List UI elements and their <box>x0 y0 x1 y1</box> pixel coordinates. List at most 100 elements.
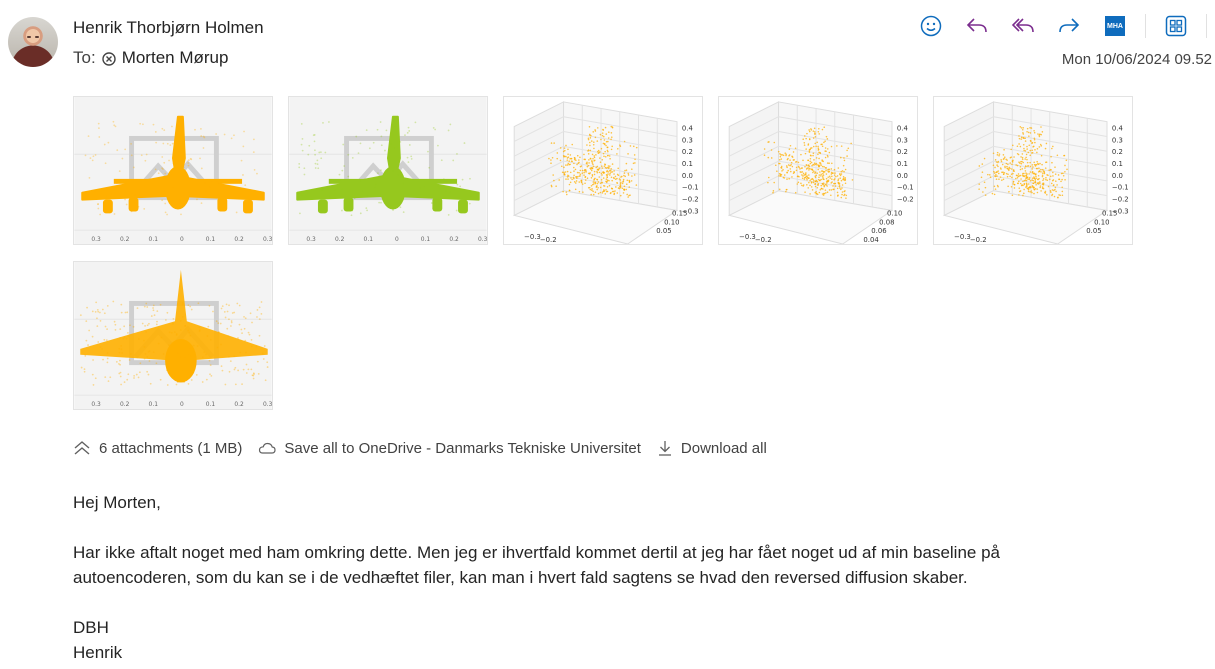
svg-text:0: 0 <box>180 237 184 243</box>
svg-text:0.1: 0.1 <box>149 237 159 243</box>
apps-icon[interactable] <box>1160 12 1192 40</box>
body-paragraph-line: Har ikke aftalt noget med ham omkring de… <box>73 543 1000 562</box>
attachment-thumbnail[interactable]: 0.3 0.2 0.1 0 0.1 0.2 0.3 <box>73 96 273 245</box>
attachment-preview-image: 0.3 0.2 0.1 0 0.1 0.2 0.3 <box>74 262 272 409</box>
download-all-label: Download all <box>680 439 767 457</box>
attachment-actions: 6 attachments (1 MB) Save all to OneDriv… <box>73 438 783 458</box>
svg-text:0.04: 0.04 <box>863 236 878 244</box>
svg-text:−0.2: −0.2 <box>897 196 914 204</box>
svg-text:−0.2: −0.2 <box>1112 196 1129 204</box>
svg-text:0.05: 0.05 <box>1086 227 1101 235</box>
svg-text:0.2: 0.2 <box>120 402 130 408</box>
svg-text:0.0: 0.0 <box>682 172 693 180</box>
toolbar-divider <box>1206 14 1207 38</box>
recipient-name[interactable]: Morten Mørup <box>122 48 229 68</box>
attachment-thumbnail[interactable]: 0.3 0.2 0.1 0 0.1 0.2 0.3 <box>73 261 273 410</box>
attachment-thumbnail[interactable]: 0.3 0.2 0.1 0 0.1 0.2 0.3 <box>288 96 488 245</box>
message-toolbar: MHA <box>915 12 1215 40</box>
svg-text:0.1: 0.1 <box>897 160 908 168</box>
svg-text:0.0: 0.0 <box>897 172 908 180</box>
svg-text:0.1: 0.1 <box>1112 160 1123 168</box>
attachment-preview-image: 0.40.30.20.10.0−0.1−0.2−0.30.150.100.05−… <box>942 101 1129 244</box>
svg-text:0: 0 <box>180 402 184 408</box>
mha-badge: MHA <box>1105 16 1125 36</box>
svg-text:0.1: 0.1 <box>206 237 216 243</box>
svg-text:0.3: 0.3 <box>1112 136 1123 144</box>
cloud-icon <box>259 442 276 454</box>
svg-text:0.4: 0.4 <box>897 125 908 133</box>
svg-text:−0.3: −0.3 <box>739 233 756 241</box>
reply-all-icon[interactable] <box>1007 12 1039 40</box>
body-paragraph-line: autoencoderen, som du kan se i de vedhæf… <box>73 568 968 587</box>
to-label: To: <box>73 48 96 67</box>
attachment-thumbnail[interactable]: 0.40.30.20.10.0−0.1−0.20.100.080.060.040… <box>718 96 918 245</box>
svg-text:0.2: 0.2 <box>1112 148 1123 156</box>
attachment-thumbnail[interactable]: 0.4 0.3 0.2 0.1 0.0 −0.1 −0.2 −0.3 0.15 0.10 0.05−… <box>503 96 703 245</box>
svg-text:0.2: 0.2 <box>234 402 244 408</box>
remove-recipient-icon[interactable] <box>101 51 116 66</box>
attachment-preview-image: 0.40.30.20.10.0−0.1−0.20.100.080.060.040… <box>727 101 914 244</box>
svg-text:−0.2: −0.2 <box>682 196 699 204</box>
mha-addin-icon[interactable]: MHA <box>1099 12 1131 40</box>
svg-text:0.08: 0.08 <box>879 218 894 226</box>
svg-text:0.15: 0.15 <box>672 209 687 217</box>
save-onedrive-button[interactable]: Save all to OneDrive - Danmarks Tekniske… <box>258 440 641 457</box>
svg-text:−0.2: −0.2 <box>755 236 772 244</box>
svg-text:0.2: 0.2 <box>335 237 345 243</box>
attachments-summary: 6 attachments (1 MB) <box>99 439 243 457</box>
svg-text:0.2: 0.2 <box>682 148 693 156</box>
save-onedrive-label: Save all to OneDrive - Danmarks Tekniske… <box>284 439 641 457</box>
body-greeting: Hej Morten, <box>73 493 161 512</box>
svg-text:−0.1: −0.1 <box>1112 184 1129 192</box>
reply-icon[interactable] <box>961 12 993 40</box>
svg-text:−0.1: −0.1 <box>897 184 914 192</box>
svg-text:0.3: 0.3 <box>897 136 908 144</box>
svg-text:−0.2: −0.2 <box>540 236 557 244</box>
download-all-button[interactable]: Download all <box>657 440 767 457</box>
emoji-icon[interactable] <box>915 12 947 40</box>
sender-name[interactable]: Henrik Thorbjørn Holmen <box>73 18 264 38</box>
attachment-preview-image: 0.40.30.20.10.0−0.1−0.2−0.30.150.100.05−… <box>512 101 699 244</box>
svg-text:0.0: 0.0 <box>1112 172 1123 180</box>
message-date: Mon 10/06/2024 09.52 <box>1061 51 1212 68</box>
attachment-preview-image: 0.3 0.2 0.1 0 0.1 0.2 0.3 <box>74 97 272 244</box>
attachment-thumbnail[interactable]: 0.4 0.3 0.2 0.1 0.0 −0.1 −0.2 −0.3 0.15 0.10 0.05−… <box>933 96 1133 245</box>
svg-text:0.15: 0.15 <box>1102 209 1117 217</box>
svg-text:0.10: 0.10 <box>664 218 679 226</box>
svg-text:0.2: 0.2 <box>449 237 459 243</box>
svg-text:0.4: 0.4 <box>682 125 693 133</box>
attachment-preview-image: 0.3 0.2 0.1 0 0.1 0.2 0.3 <box>289 97 487 244</box>
svg-text:0.1: 0.1 <box>206 402 216 408</box>
body-signature-name: Henrik <box>73 643 123 662</box>
svg-text:−0.3: −0.3 <box>524 233 541 241</box>
svg-text:0.06: 0.06 <box>871 227 886 235</box>
svg-text:0.10: 0.10 <box>887 209 902 217</box>
svg-text:0.1: 0.1 <box>421 237 431 243</box>
toolbar-divider <box>1145 14 1146 38</box>
svg-text:−0.2: −0.2 <box>970 236 987 244</box>
chevron-up-double-icon <box>74 441 90 455</box>
svg-text:0.3: 0.3 <box>263 237 272 243</box>
svg-text:0.05: 0.05 <box>656 227 671 235</box>
svg-text:0.3: 0.3 <box>306 237 316 243</box>
svg-text:0.2: 0.2 <box>897 148 908 156</box>
body-signature: DBH <box>73 618 109 637</box>
collapse-attachments-button[interactable]: 6 attachments (1 MB) <box>73 440 242 457</box>
avatar-eye <box>27 36 31 38</box>
to-row: To: Morten Mørup <box>73 48 228 68</box>
svg-text:0.3: 0.3 <box>478 237 487 243</box>
sender-avatar[interactable] <box>8 17 58 67</box>
svg-text:0.4: 0.4 <box>1112 125 1123 133</box>
svg-text:−0.3: −0.3 <box>954 233 971 241</box>
svg-text:0.10: 0.10 <box>1094 218 1109 226</box>
svg-text:0.3: 0.3 <box>682 136 693 144</box>
svg-text:0: 0 <box>395 237 399 243</box>
svg-text:−0.1: −0.1 <box>682 184 699 192</box>
svg-text:0.3: 0.3 <box>91 402 101 408</box>
avatar-eye <box>35 36 39 38</box>
svg-text:0.1: 0.1 <box>364 237 374 243</box>
svg-text:0.1: 0.1 <box>149 402 159 408</box>
svg-text:0.2: 0.2 <box>234 237 244 243</box>
svg-text:0.3: 0.3 <box>263 402 272 408</box>
forward-icon[interactable] <box>1053 12 1085 40</box>
